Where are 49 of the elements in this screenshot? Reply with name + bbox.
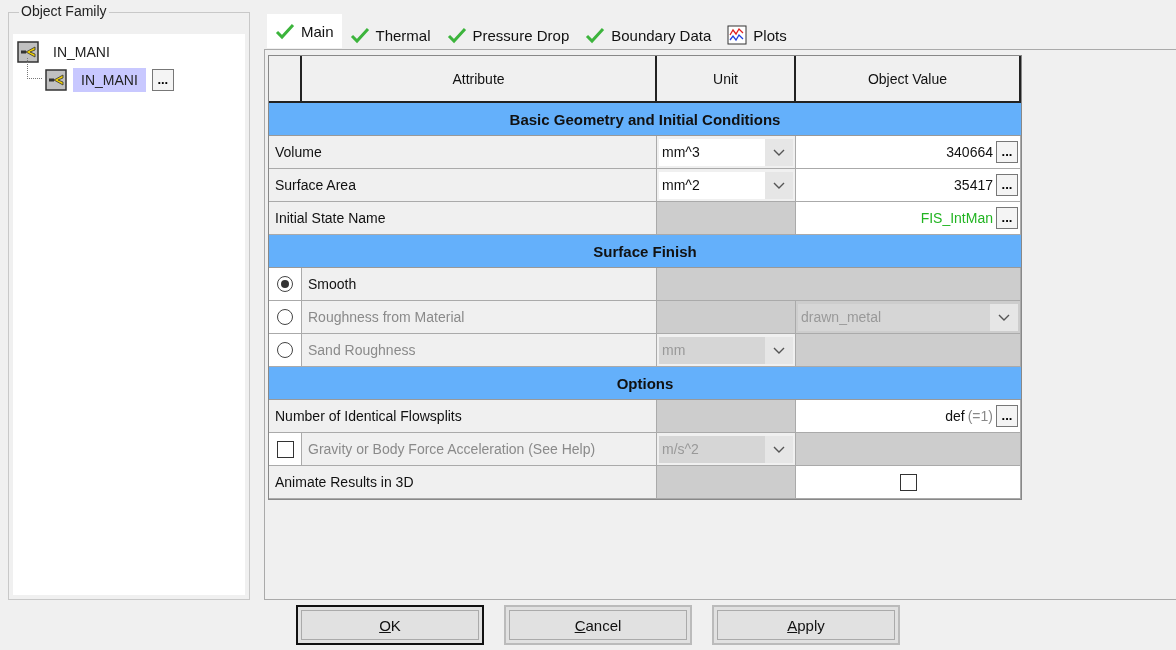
check-icon: [275, 22, 295, 40]
value-text: 35417: [954, 177, 993, 193]
attribute-label: Initial State Name: [274, 210, 386, 226]
value-text: FIS_IntMan: [920, 210, 993, 226]
section-header: Surface Finish: [269, 235, 1021, 268]
radio-button[interactable]: [277, 276, 293, 292]
attribute-label: Number of Identical Flowsplits: [274, 408, 462, 424]
tab[interactable]: Boundary Data: [577, 21, 720, 49]
check-icon: [349, 26, 370, 44]
column-header: Attribute: [302, 56, 657, 103]
checkbox[interactable]: [899, 473, 917, 491]
corner-header: [269, 56, 302, 103]
attribute-label: Gravity or Body Force Acceleration (See Help): [307, 441, 596, 457]
ellipsis-button[interactable]: ...: [996, 207, 1018, 229]
tab[interactable]: Thermal: [341, 21, 439, 49]
chevron-down-icon: [990, 303, 1018, 331]
section-header: Options: [269, 367, 1021, 400]
dialog-button[interactable]: Cancel: [504, 605, 692, 645]
attribute-label: Surface Area: [274, 177, 356, 193]
attribute-label: Volume: [274, 144, 322, 160]
tab[interactable]: Main: [267, 14, 342, 48]
unit-dropdown[interactable]: mm^3: [659, 138, 793, 166]
check-icon: [585, 26, 606, 44]
attribute-label: Roughness from Material: [307, 309, 465, 325]
column-header: Unit: [657, 56, 796, 103]
section-header: Basic Geometry and Initial Conditions: [269, 103, 1021, 136]
column-header: Object Value: [796, 56, 1021, 103]
tab[interactable]: Plots: [719, 21, 795, 49]
ellipsis-button[interactable]: ...: [151, 69, 174, 91]
tree-item[interactable]: IN_MANI: [45, 40, 118, 64]
ellipsis-button[interactable]: ...: [996, 141, 1018, 163]
ellipsis-button[interactable]: ...: [996, 174, 1018, 196]
dialog-button[interactable]: OK: [296, 605, 484, 645]
attribute-label: Sand Roughness: [307, 342, 416, 358]
unit-dropdown[interactable]: mm^2: [659, 171, 793, 199]
attribute-label: Animate Results in 3D: [274, 474, 414, 490]
manifold-icon: [45, 69, 67, 91]
manifold-icon: [17, 41, 39, 63]
group-title: Object Family: [19, 3, 109, 19]
tab[interactable]: Pressure Drop: [438, 21, 578, 49]
value-text: def: [945, 408, 965, 424]
tree-item[interactable]: IN_MANI: [73, 68, 146, 92]
default-note: (=1): [967, 408, 993, 424]
value-text: 340664: [946, 144, 993, 160]
line-chart-icon: [727, 25, 748, 45]
attribute-label: Smooth: [307, 276, 357, 292]
check-icon: [446, 26, 467, 44]
dialog-button[interactable]: Apply: [712, 605, 900, 645]
ellipsis-button[interactable]: ...: [996, 405, 1018, 427]
